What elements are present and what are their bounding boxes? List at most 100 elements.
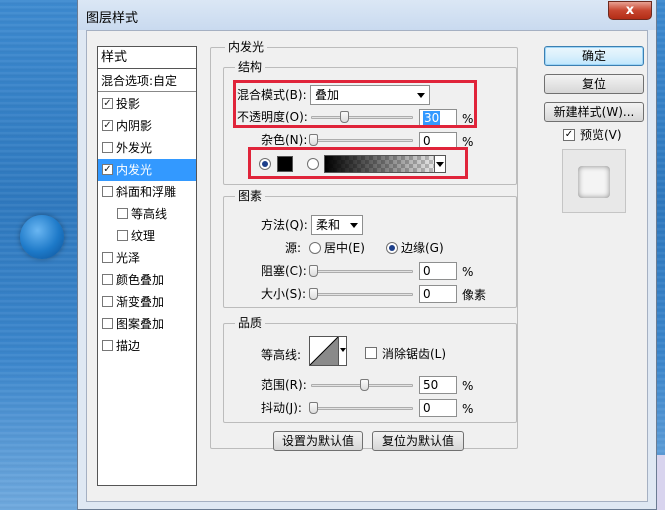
style-item-label: 等高线 (131, 207, 168, 221)
style-item-5[interactable]: 斜面和浮雕 (98, 181, 196, 203)
style-item-11[interactable]: 图案叠加 (98, 313, 196, 335)
style-item-4[interactable]: ✓ 内发光 (98, 159, 196, 181)
checkbox-icon[interactable] (102, 252, 113, 263)
close-icon: x (625, 3, 635, 18)
technique-dropdown[interactable]: 柔和 (311, 215, 363, 235)
check-icon: ✓ (564, 129, 574, 140)
choke-input[interactable]: 0 (419, 262, 457, 280)
checkbox-icon[interactable] (117, 208, 128, 219)
contour-dropdown[interactable] (338, 337, 346, 365)
chevron-down-icon (340, 348, 346, 352)
jitter-input[interactable]: 0 (419, 399, 457, 417)
style-item-3[interactable]: 外发光 (98, 137, 196, 159)
reset-button[interactable]: 复位 (544, 74, 644, 94)
source-center-radio[interactable] (309, 242, 321, 254)
checkbox-icon[interactable] (102, 340, 113, 351)
reset-to-default-button[interactable]: 复位为默认值 (372, 431, 464, 451)
size-slider-track[interactable] (311, 293, 413, 296)
checkbox-checked-icon[interactable]: ✓ (102, 98, 113, 109)
jitter-unit: % (462, 402, 474, 416)
layer-style-dialog: 图层样式 x 样式 混合选项:自定 ✓ 投影 ✓ 内阴影 外发光 ✓ 内发光 斜面和浮雕 等高线… (77, 0, 657, 510)
checkbox-icon[interactable] (117, 230, 128, 241)
style-item-label: 图案叠加 (116, 317, 165, 331)
styles-list: 样式 混合选项:自定 ✓ 投影 ✓ 内阴影 外发光 ✓ 内发光 斜面和浮雕 等高线 纹理 光泽 颜色叠… (97, 46, 197, 486)
anti-alias-checkbox[interactable] (365, 347, 377, 359)
preview-checkbox[interactable]: ✓ (563, 129, 575, 141)
noise-slider-thumb[interactable] (309, 134, 318, 146)
range-slider-thumb[interactable] (360, 379, 369, 391)
dialog-title: 图层样式 (86, 11, 139, 26)
style-item-label: 描边 (116, 339, 141, 353)
style-item-label: 光泽 (116, 251, 141, 265)
range-label: 范围(R): (261, 378, 307, 392)
chevron-down-icon (350, 223, 358, 228)
structure-title: 结构 (235, 60, 266, 74)
noise-slider-track[interactable] (311, 139, 413, 142)
noise-label: 杂色(N): (261, 133, 308, 147)
blending-options-item[interactable]: 混合选项:自定 (98, 70, 196, 92)
inner-glow-title: 内发光 (225, 40, 268, 54)
checkbox-icon[interactable] (102, 274, 113, 285)
style-item-label: 颜色叠加 (116, 273, 165, 287)
title-bar[interactable]: 图层样式 (78, 0, 656, 30)
style-item-label: 外发光 (116, 141, 153, 155)
style-item-10[interactable]: 渐变叠加 (98, 291, 196, 313)
contour-label: 等高线: (261, 348, 302, 362)
checkbox-icon[interactable] (102, 186, 113, 197)
style-item-label: 内阴影 (116, 119, 153, 133)
contour-linear-icon (310, 337, 338, 365)
style-item-7[interactable]: 纹理 (98, 225, 196, 247)
range-value: 50 (423, 378, 439, 392)
styles-list-header[interactable]: 样式 (98, 47, 196, 69)
choke-slider-track[interactable] (311, 270, 413, 273)
new-style-button[interactable]: 新建样式(W)... (544, 102, 644, 122)
contour-picker[interactable] (309, 336, 347, 366)
preview-thumbnail (578, 166, 610, 198)
size-label: 大小(S): (261, 287, 307, 301)
checkbox-icon[interactable] (102, 142, 113, 153)
checkbox-icon[interactable] (102, 296, 113, 307)
jitter-slider-track[interactable] (311, 407, 413, 410)
choke-unit: % (462, 265, 474, 279)
style-item-12[interactable]: 描边 (98, 335, 196, 357)
style-item-2[interactable]: ✓ 内阴影 (98, 115, 196, 137)
highlight-box-glow-color (248, 147, 468, 179)
style-item-label: 斜面和浮雕 (116, 185, 177, 199)
style-item-8[interactable]: 光泽 (98, 247, 196, 269)
technique-label: 方法(Q): (261, 218, 308, 232)
size-slider-thumb[interactable] (309, 288, 318, 300)
style-preview (562, 149, 626, 213)
noise-value: 0 (423, 134, 431, 148)
range-unit: % (462, 379, 474, 393)
checkbox-icon[interactable] (102, 318, 113, 329)
style-item-label: 内发光 (116, 163, 153, 177)
choke-label: 阻塞(C): (261, 264, 307, 278)
source-center-label: 居中(E) (324, 241, 365, 255)
style-item-label: 渐变叠加 (116, 295, 165, 309)
size-unit: 像素 (462, 288, 487, 302)
style-item-label: 投影 (116, 97, 141, 111)
style-item-1[interactable]: ✓ 投影 (98, 93, 196, 115)
source-edge-label: 边缘(G) (401, 241, 444, 255)
quality-title: 品质 (235, 316, 266, 330)
ok-button[interactable]: 确定 (544, 46, 644, 66)
style-item-6[interactable]: 等高线 (98, 203, 196, 225)
choke-slider-thumb[interactable] (309, 265, 318, 277)
range-input[interactable]: 50 (419, 376, 457, 394)
close-button[interactable]: x (608, 1, 652, 20)
source-edge-radio[interactable] (386, 242, 398, 254)
jitter-label: 抖动(J): (261, 401, 302, 415)
style-item-label: 纹理 (131, 229, 156, 243)
blue-orb-layer (20, 215, 64, 259)
size-value: 0 (423, 287, 431, 301)
size-input[interactable]: 0 (419, 285, 457, 303)
style-item-9[interactable]: 颜色叠加 (98, 269, 196, 291)
checkbox-checked-icon[interactable]: ✓ (102, 164, 113, 175)
highlight-box-blend-opacity (233, 80, 477, 128)
technique-value: 柔和 (316, 218, 341, 232)
anti-alias-label: 消除锯齿(L) (382, 347, 447, 361)
jitter-slider-thumb[interactable] (309, 402, 318, 414)
make-default-button[interactable]: 设置为默认值 (273, 431, 363, 451)
checkbox-checked-icon[interactable]: ✓ (102, 120, 113, 131)
elements-title: 图素 (235, 189, 266, 203)
